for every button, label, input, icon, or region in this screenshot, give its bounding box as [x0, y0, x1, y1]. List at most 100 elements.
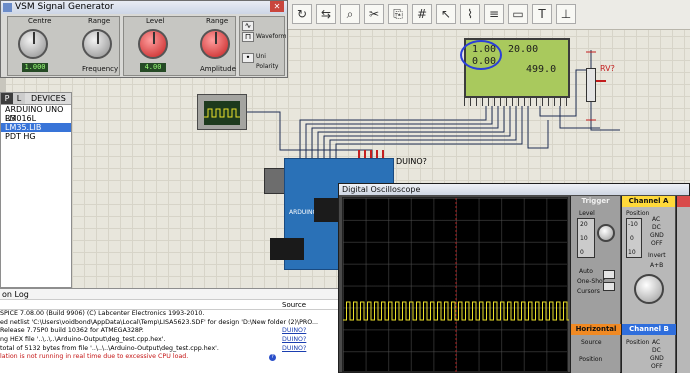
close-icon[interactable]: ✕ [270, 1, 284, 12]
trigger-level-label: Level [579, 210, 595, 217]
horizontal-header: Horizontal [571, 324, 621, 335]
pot-label: RV? [600, 64, 615, 73]
signal-generator-title: VSM Signal Generator [15, 2, 114, 12]
horizontal-position-label: Position [579, 356, 603, 363]
frequency-panel: Centre 1.000 Range Frequency [7, 16, 120, 76]
centre-knob[interactable] [18, 29, 48, 59]
channel-a-header: Channel A [622, 196, 675, 207]
log-row: SPICE 7.08.00 (Build 9906) (C) Labcenter… [0, 310, 342, 319]
device-item[interactable]: ARDUINO UNO R3 [1, 105, 71, 123]
cursors-label: Cursors [577, 288, 600, 295]
channel-a-volts-dial[interactable] [634, 274, 664, 304]
lcd-line2-right: 499.0 [526, 64, 557, 75]
log-row-source[interactable]: DUINO? [282, 345, 306, 354]
source-column-header[interactable]: Source [282, 300, 342, 309]
log-row-source[interactable]: DUINO? [282, 327, 306, 336]
wire [527, 106, 549, 149]
channel-a-invert-label: Invert [648, 252, 666, 259]
channel-b-position-label: Position [626, 339, 650, 346]
amplitude-range-label: Range [206, 17, 229, 25]
level-value: 4.00 [140, 63, 166, 72]
channel-a-aplusb-label: A+B [650, 262, 664, 269]
frequency-range-knob[interactable] [82, 29, 112, 59]
channel-a-panel: Channel A Position -10 0 10 AC DC GND OF… [621, 196, 676, 373]
log-row-text: total of 5132 bytes from file '..\..\..\… [0, 344, 219, 352]
channel-a-position-label: Position [626, 210, 650, 217]
oscilloscope-trace [343, 198, 571, 373]
wire [590, 102, 620, 131]
log-row: ed netlist 'C:\Users\voidbond\AppData\Lo… [0, 319, 342, 328]
device-item[interactable]: LM016L [1, 114, 71, 123]
one-shot-label: One-Shot [577, 278, 606, 285]
oscilloscope-symbol-screen [204, 101, 240, 125]
level-knob[interactable] [138, 29, 168, 59]
lcd-line1-right: 20.00 [508, 44, 539, 55]
channel-a-ac-label: AC [652, 216, 661, 223]
trigger-level-scale[interactable]: 20 10 0 [577, 218, 595, 258]
devices-title: DEVICES [25, 93, 71, 104]
frequency-label: Frequency [82, 65, 119, 73]
device-item-selected[interactable]: LM35.LIB [1, 123, 71, 132]
log-row-text: ed netlist 'C:\Users\voidbond\AppData\Lo… [0, 318, 318, 326]
trigger-level-dial[interactable] [597, 224, 615, 242]
device-list-header: P L DEVICES [1, 93, 71, 105]
wire [247, 111, 373, 158]
amplitude-label: Amplitude [200, 65, 236, 73]
oscilloscope-titlebar[interactable]: Digital Oscilloscope [339, 184, 689, 195]
log-row-text: Release 7.75P0 build 10362 for ATMEGA328… [0, 327, 144, 335]
help-icon[interactable]: ? [269, 354, 276, 362]
device-list-panel: P L DEVICES ARDUINO UNO R3 LM016L LM35.L… [0, 92, 72, 288]
trigger-panel: Trigger Level 20 10 0 Auto One-Shot Curs… [570, 196, 621, 373]
channel-a-off-label: OFF [651, 240, 663, 247]
oscilloscope-window[interactable]: Digital Oscilloscope Trigger Level 20 10… [338, 183, 690, 373]
channel-b-ac-label: AC [652, 339, 661, 346]
log-row-text: ng HEX file '..\..\..\Arduino-Output\deg… [0, 336, 166, 344]
waveform-panel: ∿ ⊓ Waveform • Uni Polarity [239, 16, 287, 76]
log-row: total of 5132 bytes from file '..\..\..\… [0, 345, 342, 354]
centre-value: 1.000 [22, 63, 48, 72]
arduino-label: DUINO? [396, 157, 427, 166]
centre-label: Centre [28, 17, 52, 25]
trigger-header: Trigger [581, 197, 610, 205]
uni-button[interactable]: • [242, 53, 254, 63]
square-wave-button[interactable]: ⊓ [242, 32, 254, 42]
log-row: Release 7.75P0 build 10362 for ATMEGA328… [0, 327, 342, 336]
oscilloscope-screen [342, 197, 571, 373]
channel-b-header: Channel B [622, 324, 676, 335]
channel-a-gnd-label: GND [650, 232, 664, 239]
waveform-label: Waveform [256, 33, 287, 40]
log-row-text: lation is not running in real time due t… [0, 353, 189, 361]
arduino-power-jack [270, 238, 304, 260]
channel-c-header [677, 196, 690, 207]
pot-wiper-icon [596, 80, 606, 82]
signal-generator-titlebar[interactable]: VSM Signal Generator ✕ [1, 1, 287, 14]
sine-wave-button[interactable]: ∿ [242, 21, 254, 31]
lcd-pins [464, 98, 570, 106]
horizontal-source-label: Source [581, 339, 602, 346]
log-row-source[interactable]: DUINO? [282, 336, 306, 345]
log-title: on Log [0, 289, 342, 300]
auto-label: Auto [579, 268, 593, 275]
uni-label: Uni [256, 53, 266, 60]
cursors-button[interactable] [603, 282, 615, 291]
auto-button[interactable] [603, 270, 615, 279]
frequency-range-label: Range [88, 17, 111, 25]
channel-a-position-scale[interactable]: -10 0 10 [626, 218, 642, 258]
simulation-log: on Log Source SPICE 7.08.00 (Build 9906)… [0, 288, 342, 373]
library-button[interactable]: L [13, 93, 25, 104]
oscilloscope-symbol[interactable] [197, 94, 247, 130]
channel-b-gnd-label: GND [650, 355, 664, 362]
channel-b-off-label: OFF [651, 363, 663, 370]
polarity-label: Polarity [256, 63, 279, 70]
annotation-ellipse [460, 40, 502, 70]
potentiometer[interactable] [586, 68, 596, 102]
channel-c-panel [676, 196, 690, 373]
amplitude-range-knob[interactable] [200, 29, 230, 59]
signal-generator-window[interactable]: VSM Signal Generator ✕ Centre 1.000 Rang… [0, 0, 288, 78]
device-item[interactable]: PDT HG [1, 132, 71, 141]
amplitude-panel: Level 4.00 Range Amplitude [123, 16, 236, 76]
log-header: Source [0, 300, 342, 310]
channel-a-dc-label: DC [652, 224, 661, 231]
pick-devices-button[interactable]: P [1, 93, 13, 104]
channel-b-dc-label: DC [652, 347, 661, 354]
